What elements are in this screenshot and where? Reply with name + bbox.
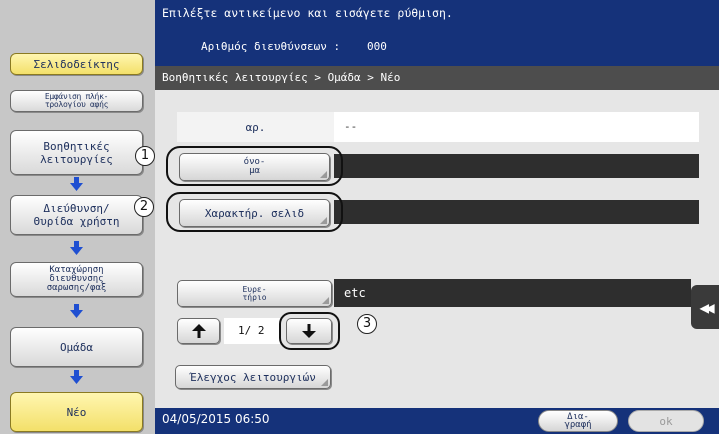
arrow-down-blue-icon <box>70 304 83 318</box>
sidebar-step-group[interactable]: Ομάδα <box>10 327 143 367</box>
index-value: etc <box>334 279 691 307</box>
bookmark-button[interactable]: Σελιδοδείκτης <box>10 53 143 75</box>
step-marker-3: 3 <box>357 314 377 334</box>
arrow-down-blue-icon <box>70 241 83 255</box>
datetime: 04/05/2015 06:50 <box>162 412 270 426</box>
ok-button[interactable]: ok <box>628 410 704 432</box>
address-count-value: 000 <box>367 40 387 53</box>
sidebar-step-new[interactable]: Νέο <box>10 392 143 432</box>
sidebar-step-utility[interactable]: Βοηθητικές λειτουργίες <box>10 130 143 175</box>
number-value: -- <box>334 112 699 142</box>
delete-button[interactable]: Δια- γραφή <box>538 410 618 432</box>
char-field[interactable] <box>334 200 699 224</box>
page-indicator: 1/ 2 <box>224 318 280 344</box>
breadcrumb: Βοηθητικές λειτουργίες > Ομάδα > Νέο <box>155 66 719 90</box>
show-keypad-button[interactable]: Εμφάνιση πλήκ- τρολογίου αφής <box>10 90 143 112</box>
highlight-circle <box>166 192 343 232</box>
sidebar-step-address-box[interactable]: Διεύθυνση/ Θυρίδα χρήστη <box>10 195 143 235</box>
instruction-text: Επιλέξτε αντικείμενο και εισάγετε ρύθμισ… <box>162 6 453 20</box>
highlight-circle <box>279 312 340 350</box>
function-check-button[interactable]: Έλεγχος λειτουργιών <box>175 365 331 389</box>
number-label: αρ. <box>177 112 334 142</box>
step-marker-1: 1 <box>135 146 155 166</box>
arrow-down-blue-icon <box>70 370 83 384</box>
highlight-circle <box>166 146 343 186</box>
arrow-up-icon <box>191 324 206 338</box>
step-marker-2: 2 <box>134 197 154 217</box>
page-up-button[interactable] <box>177 318 220 344</box>
arrow-down-blue-icon <box>70 177 83 191</box>
index-button[interactable]: Ευρε- τήριο <box>177 280 332 307</box>
double-chevron-left-icon[interactable]: ◀◀ <box>691 285 719 329</box>
address-count-label: Αριθμός διευθύνσεων : <box>201 40 341 53</box>
name-field[interactable] <box>334 154 699 178</box>
sidebar-step-scan-fax-register[interactable]: Καταχώρηση διευθυνσης σαρωσης/φαξ <box>10 262 143 297</box>
